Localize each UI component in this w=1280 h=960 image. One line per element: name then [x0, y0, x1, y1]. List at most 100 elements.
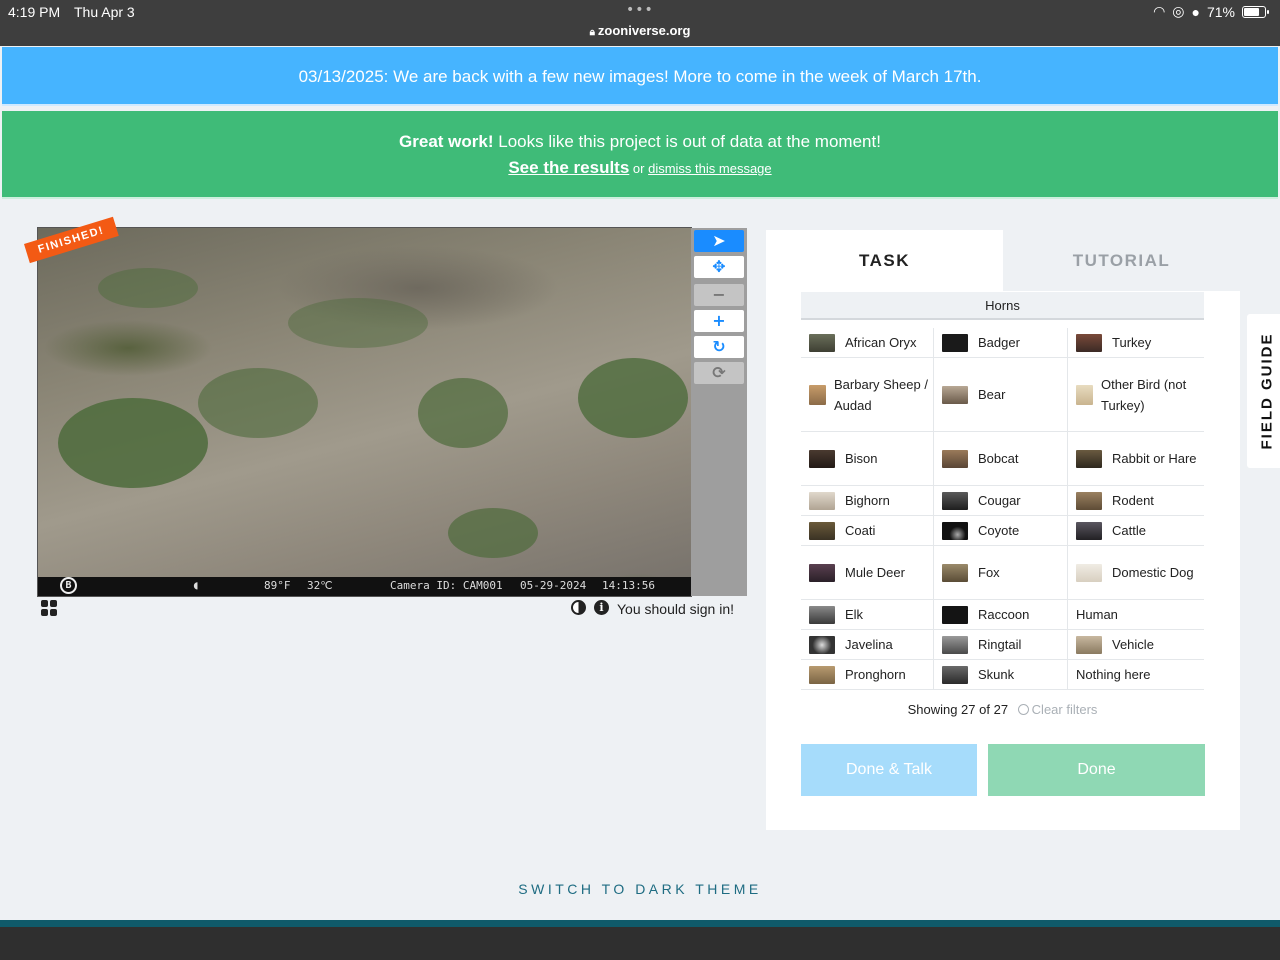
lock-icon: 🔒︎ — [589, 27, 595, 38]
grid-view-icon[interactable] — [41, 600, 57, 616]
done-and-talk-button[interactable]: Done & Talk — [801, 744, 977, 796]
species-bison[interactable]: Bison — [801, 432, 934, 485]
species-skunk[interactable]: Skunk — [934, 660, 1068, 689]
species-row: Barbary Sheep / Audad Bear Other Bird (n… — [801, 358, 1204, 432]
clear-filters-button[interactable]: Clear filters — [1017, 702, 1097, 717]
badger-thumbnail — [942, 333, 968, 352]
species-cougar[interactable]: Cougar — [934, 486, 1068, 515]
out-of-data-links: See the results or dismiss this message — [2, 158, 1278, 178]
species-raccoon[interactable]: Raccoon — [934, 600, 1068, 629]
species-grid: African Oryx Badger Turkey Barbary Sheep… — [801, 328, 1204, 690]
species-row: Pronghorn Skunk Nothing here — [801, 660, 1204, 690]
out-of-data-text: Looks like this project is out of data a… — [493, 132, 881, 151]
species-label: Domestic Dog — [1112, 565, 1194, 580]
moon-phase-icon: ◖ — [192, 578, 200, 592]
out-of-data-banner: Great work! Looks like this project is o… — [2, 111, 1278, 199]
task-panel: TASK TUTORIAL Horns African Oryx Badger … — [766, 230, 1240, 830]
species-elk[interactable]: Elk — [801, 600, 934, 629]
tab-tutorial[interactable]: TUTORIAL — [1003, 230, 1240, 291]
species-label: Nothing here — [1076, 667, 1151, 682]
pointer-icon: ➤ — [712, 231, 726, 250]
subject-image[interactable]: B ◖ 89°F 32℃ Camera ID: CAM001 05-29-202… — [37, 227, 692, 597]
species-javelina[interactable]: Javelina — [801, 630, 934, 659]
brand-logo-icon: B — [60, 577, 77, 594]
cattle-thumbnail — [1076, 521, 1102, 540]
contrast-icon[interactable] — [571, 600, 586, 615]
field-guide-label: FIELD GUIDE — [1258, 332, 1276, 450]
species-pronghorn[interactable]: Pronghorn — [801, 660, 934, 689]
sign-in-prompt: You should sign in! — [617, 601, 735, 617]
coati-thumbnail — [809, 521, 835, 540]
other-bird-thumbnail — [1076, 384, 1093, 405]
species-african-oryx[interactable]: African Oryx — [801, 328, 934, 357]
battery-icon — [1242, 5, 1269, 18]
species-mule-deer[interactable]: Mule Deer — [801, 546, 934, 599]
species-label: Bighorn — [845, 493, 890, 508]
address-bar[interactable]: 🔒︎ zooniverse.org — [0, 23, 1280, 38]
species-coati[interactable]: Coati — [801, 516, 934, 545]
species-bear[interactable]: Bear — [934, 358, 1068, 431]
site-footer — [0, 920, 1280, 960]
species-label: Raccoon — [978, 607, 1030, 622]
pointer-tool[interactable]: ➤ — [694, 230, 744, 252]
switch-dark-theme-link[interactable]: SWITCH TO DARK THEME — [0, 881, 1280, 897]
species-bobcat[interactable]: Bobcat — [934, 432, 1068, 485]
species-barbary-sheep[interactable]: Barbary Sheep / Audad — [801, 358, 934, 431]
javelina-thumbnail — [809, 635, 835, 654]
species-other-bird[interactable]: Other Bird (not Turkey) — [1068, 358, 1204, 431]
rotate-icon: ↻ — [712, 337, 726, 356]
fox-thumbnail — [942, 563, 968, 582]
species-cattle[interactable]: Cattle — [1068, 516, 1204, 545]
species-bighorn[interactable]: Bighorn — [801, 486, 934, 515]
reset-button[interactable]: ⟳ — [694, 362, 744, 384]
more-dots-icon[interactable]: ••• — [626, 2, 654, 18]
announcement-text: 03/13/2025: We are back with a few new i… — [298, 67, 982, 86]
species-human[interactable]: Human — [1068, 600, 1204, 629]
species-label: Bear — [978, 387, 1006, 402]
species-vehicle[interactable]: Vehicle — [1068, 630, 1204, 659]
field-guide-tab[interactable]: FIELD GUIDE — [1247, 314, 1280, 468]
ios-status-bar: 4:19 PM Thu Apr 3 ••• 🔒︎ zooniverse.org ◠… — [0, 0, 1280, 46]
species-row: Javelina Ringtail Vehicle — [801, 630, 1204, 660]
move-tool[interactable]: ✥ — [694, 256, 744, 278]
rotate-button[interactable]: ↻ — [694, 336, 744, 358]
ringtail-thumbnail — [942, 635, 968, 654]
location-icon: ◎ — [1172, 3, 1185, 19]
wifi-icon: ◠ — [1153, 3, 1166, 19]
person-icon: ● — [1191, 3, 1200, 20]
move-icon: ✥ — [712, 257, 726, 276]
zoom-in-button[interactable]: + — [694, 310, 744, 332]
raccoon-thumbnail — [942, 605, 968, 624]
species-domestic-dog[interactable]: Domestic Dog — [1068, 546, 1204, 599]
url-text: zooniverse.org — [597, 23, 691, 38]
info-icon[interactable]: i — [594, 600, 609, 615]
species-rodent[interactable]: Rodent — [1068, 486, 1204, 515]
temperature-f: 89°F — [264, 579, 291, 592]
species-label: Elk — [845, 607, 864, 622]
coyote-thumbnail — [942, 521, 968, 540]
species-label: Ringtail — [978, 637, 1022, 652]
zoom-out-button[interactable]: − — [694, 284, 744, 306]
tab-task[interactable]: TASK — [766, 230, 1003, 291]
species-label: Turkey — [1112, 335, 1152, 350]
zoom-in-icon: + — [712, 311, 726, 330]
temperature-c: 32℃ — [307, 579, 333, 592]
species-label: Coyote — [978, 523, 1020, 538]
see-results-link[interactable]: See the results — [508, 158, 629, 177]
species-label: Mule Deer — [845, 565, 905, 580]
species-ringtail[interactable]: Ringtail — [934, 630, 1068, 659]
species-coyote[interactable]: Coyote — [934, 516, 1068, 545]
species-label: Other Bird (not Turkey) — [1101, 376, 1187, 413]
species-badger[interactable]: Badger — [934, 328, 1068, 357]
species-fox[interactable]: Fox — [934, 546, 1068, 599]
dismiss-message-link[interactable]: dismiss this message — [648, 161, 772, 176]
species-label: African Oryx — [845, 335, 917, 350]
status-time: 4:19 PM — [8, 4, 61, 20]
species-nothing-here[interactable]: Nothing here — [1068, 660, 1204, 689]
rabbit-thumbnail — [1076, 449, 1102, 468]
species-turkey[interactable]: Turkey — [1068, 328, 1204, 357]
done-button[interactable]: Done — [988, 744, 1205, 796]
active-filter-horns[interactable]: Horns — [801, 292, 1204, 320]
species-rabbit-or-hare[interactable]: Rabbit or Hare — [1068, 432, 1204, 485]
photo-time: 14:13:56 — [602, 579, 655, 592]
